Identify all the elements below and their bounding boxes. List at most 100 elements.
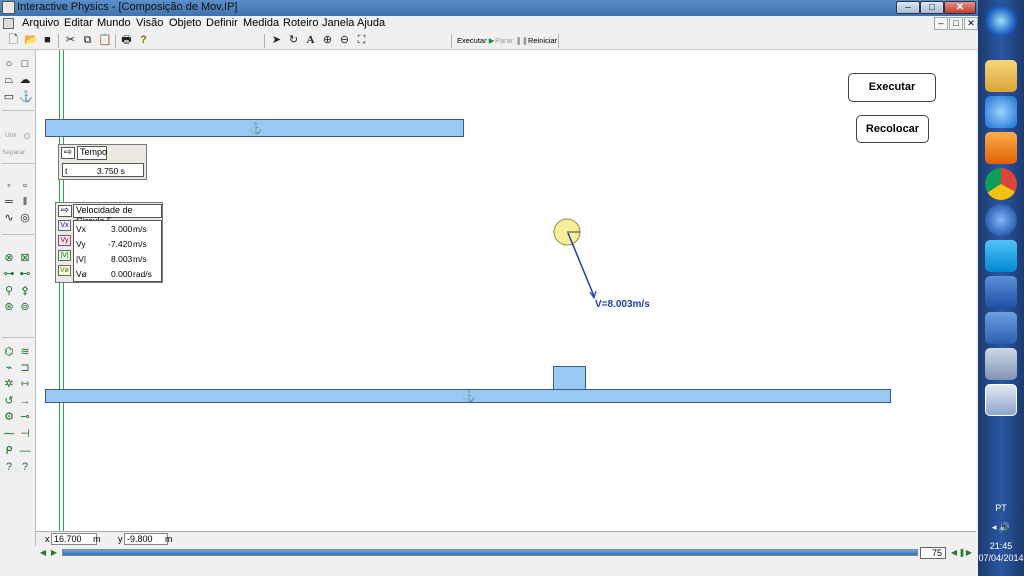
pin-joint-icon[interactable]: ⊗ [3,252,15,264]
force-icon[interactable]: → [19,395,31,407]
square-block[interactable] [553,366,586,390]
torque-icon[interactable]: ↺ [3,395,15,407]
actuator-joint-icon[interactable]: ⊚ [19,301,31,313]
maximize-button[interactable]: □ [920,1,944,14]
zoom-fit-icon[interactable]: ⛶ [355,34,368,47]
zoom-out-icon[interactable]: ⊖ [338,34,351,47]
new-file-icon[interactable]: 🗋 [7,34,20,47]
frame-slider-track[interactable] [62,549,918,556]
word-icon[interactable] [985,276,1017,308]
rectangle-tool-icon[interactable]: □ [19,58,31,70]
circle-tool-icon[interactable]: ○ [3,58,15,70]
internet-explorer-icon[interactable] [985,96,1017,128]
menu-mundo[interactable]: Mundo [97,17,131,29]
runbar-reset-button[interactable]: Reiniciar [528,36,557,45]
menu-objeto[interactable]: Objeto [169,17,201,29]
rope-element-icon[interactable]: ⁓ [3,428,15,440]
clock-date[interactable]: 07/04/2014 [978,553,1024,563]
menu-janela[interactable]: Janela [322,17,354,29]
step-back-button[interactable]: ◀ [39,547,47,558]
cut-icon[interactable]: ✂ [64,34,77,47]
menu-visao[interactable]: Visão [136,17,163,29]
pulley-element-icon[interactable]: ᑭ [3,445,15,457]
step-forward-button[interactable]: ▶ [50,547,58,558]
join-label[interactable]: Unir [5,132,17,139]
split-label[interactable]: Separar [2,149,25,156]
interactive-physics-task-icon[interactable] [985,384,1017,416]
spring-point-icon[interactable]: ⌬ [3,346,15,358]
globe-icon[interactable] [985,204,1017,236]
vang-check[interactable]: Vø [58,265,71,276]
damper-icon[interactable]: ⊐ [19,362,31,374]
volume-icon[interactable]: ◂ 🔊 [978,522,1024,533]
linear-actuator-icon[interactable]: ⊸ [19,411,31,423]
menu-medida[interactable]: Medida [243,17,279,29]
minimize-button[interactable]: – [896,1,920,14]
chrome-icon[interactable] [985,168,1017,200]
motor-joint-icon[interactable]: ⊛ [3,301,15,313]
menu-definir[interactable]: Definir [206,17,238,29]
anchor-tool-icon[interactable]: ⚓ [19,91,33,103]
velocity-meter[interactable]: ⇨ Velocidade de Círculo 5 Vx Vx 3.000 m/… [55,202,163,283]
media-player-icon[interactable] [985,132,1017,164]
save-icon[interactable]: ■ [41,34,54,47]
keyed-curved-slot-icon[interactable]: ⚴ [19,285,31,297]
rotate-icon[interactable]: ↻ [287,34,300,47]
time-meter[interactable]: ⇨ Tempo t 3.750 s [58,144,147,180]
polygon-tool-icon[interactable]: ⏢ [3,74,15,86]
document-app-icon[interactable] [985,348,1017,380]
motor-icon[interactable]: ⚙ [3,411,15,423]
curved-body-tool-icon[interactable]: ☁ [19,74,31,86]
mdi-minimize-button[interactable]: – [934,17,948,30]
actuator-icon[interactable]: ⇿ [19,378,31,390]
explorer-icon[interactable] [985,60,1017,92]
slot-joint-icon[interactable]: ⊶ [3,268,15,280]
skype-icon[interactable] [985,240,1017,272]
damper-point-icon[interactable]: ⌁ [3,362,15,374]
tape-forward-button[interactable]: ▶ [965,547,973,558]
mdi-close-button[interactable]: ✕ [964,17,978,30]
run-control-button[interactable]: Executar [848,73,936,102]
app-icon[interactable] [2,1,15,14]
language-indicator[interactable]: PT [978,503,1024,513]
reader-icon[interactable] [985,312,1017,344]
menu-editar[interactable]: Editar [64,17,93,29]
spring-icon[interactable]: ≋ [19,346,31,358]
meter-arrow-icon[interactable]: ⇨ [58,205,72,217]
keyed-slot-icon[interactable]: ⊷ [19,268,31,280]
square-point-icon[interactable]: ▫ [19,180,31,192]
reset-control-button[interactable]: Recolocar [856,115,929,143]
text-tool-icon[interactable]: A [304,34,317,47]
rod-icon[interactable]: ═ [3,196,15,208]
curved-slot-icon[interactable]: ⚲ [3,285,15,297]
zoom-in-icon[interactable]: ⊕ [321,34,334,47]
rod-element-icon[interactable]: ⊣ [19,428,31,440]
frame-number-field[interactable]: 75 [920,547,946,559]
pointer-icon[interactable]: ➤ [270,34,283,47]
start-button[interactable] [985,5,1017,37]
document-icon[interactable] [3,18,14,29]
help-point-icon[interactable]: ? [3,461,15,473]
separator-bar-icon[interactable]: ‖ [19,196,31,208]
open-folder-icon[interactable]: 📂 [24,34,38,47]
square-tool-icon[interactable]: ▭ [3,91,15,103]
tape-back-button[interactable]: ◀ [950,547,958,558]
help-force-icon[interactable]: ? [19,461,31,473]
rigid-joint-icon[interactable]: ⊠ [19,252,31,264]
runbar-run-button[interactable]: Executar ▶ [457,36,494,45]
close-button[interactable]: ✕ [944,1,976,14]
help-icon[interactable]: ? [137,34,150,47]
menu-roteiro[interactable]: Roteiro [283,17,318,29]
paste-icon[interactable]: 📋 [98,34,112,47]
clock-time[interactable]: 21:45 [978,541,1024,551]
mdi-restore-button[interactable]: □ [949,17,963,30]
menu-ajuda[interactable]: Ajuda [357,17,385,29]
separator-element-icon[interactable]: — [19,445,31,457]
meter-arrow-icon[interactable]: ⇨ [61,147,75,159]
vy-check[interactable]: Vy [58,235,71,246]
pulley-icon[interactable]: ◎ [19,212,31,224]
print-icon[interactable]: 🖶 [120,34,133,47]
point-element-icon[interactable]: ◦ [3,180,15,192]
rope-icon[interactable]: ∿ [3,212,15,224]
menu-arquivo[interactable]: Arquivo [22,17,59,29]
